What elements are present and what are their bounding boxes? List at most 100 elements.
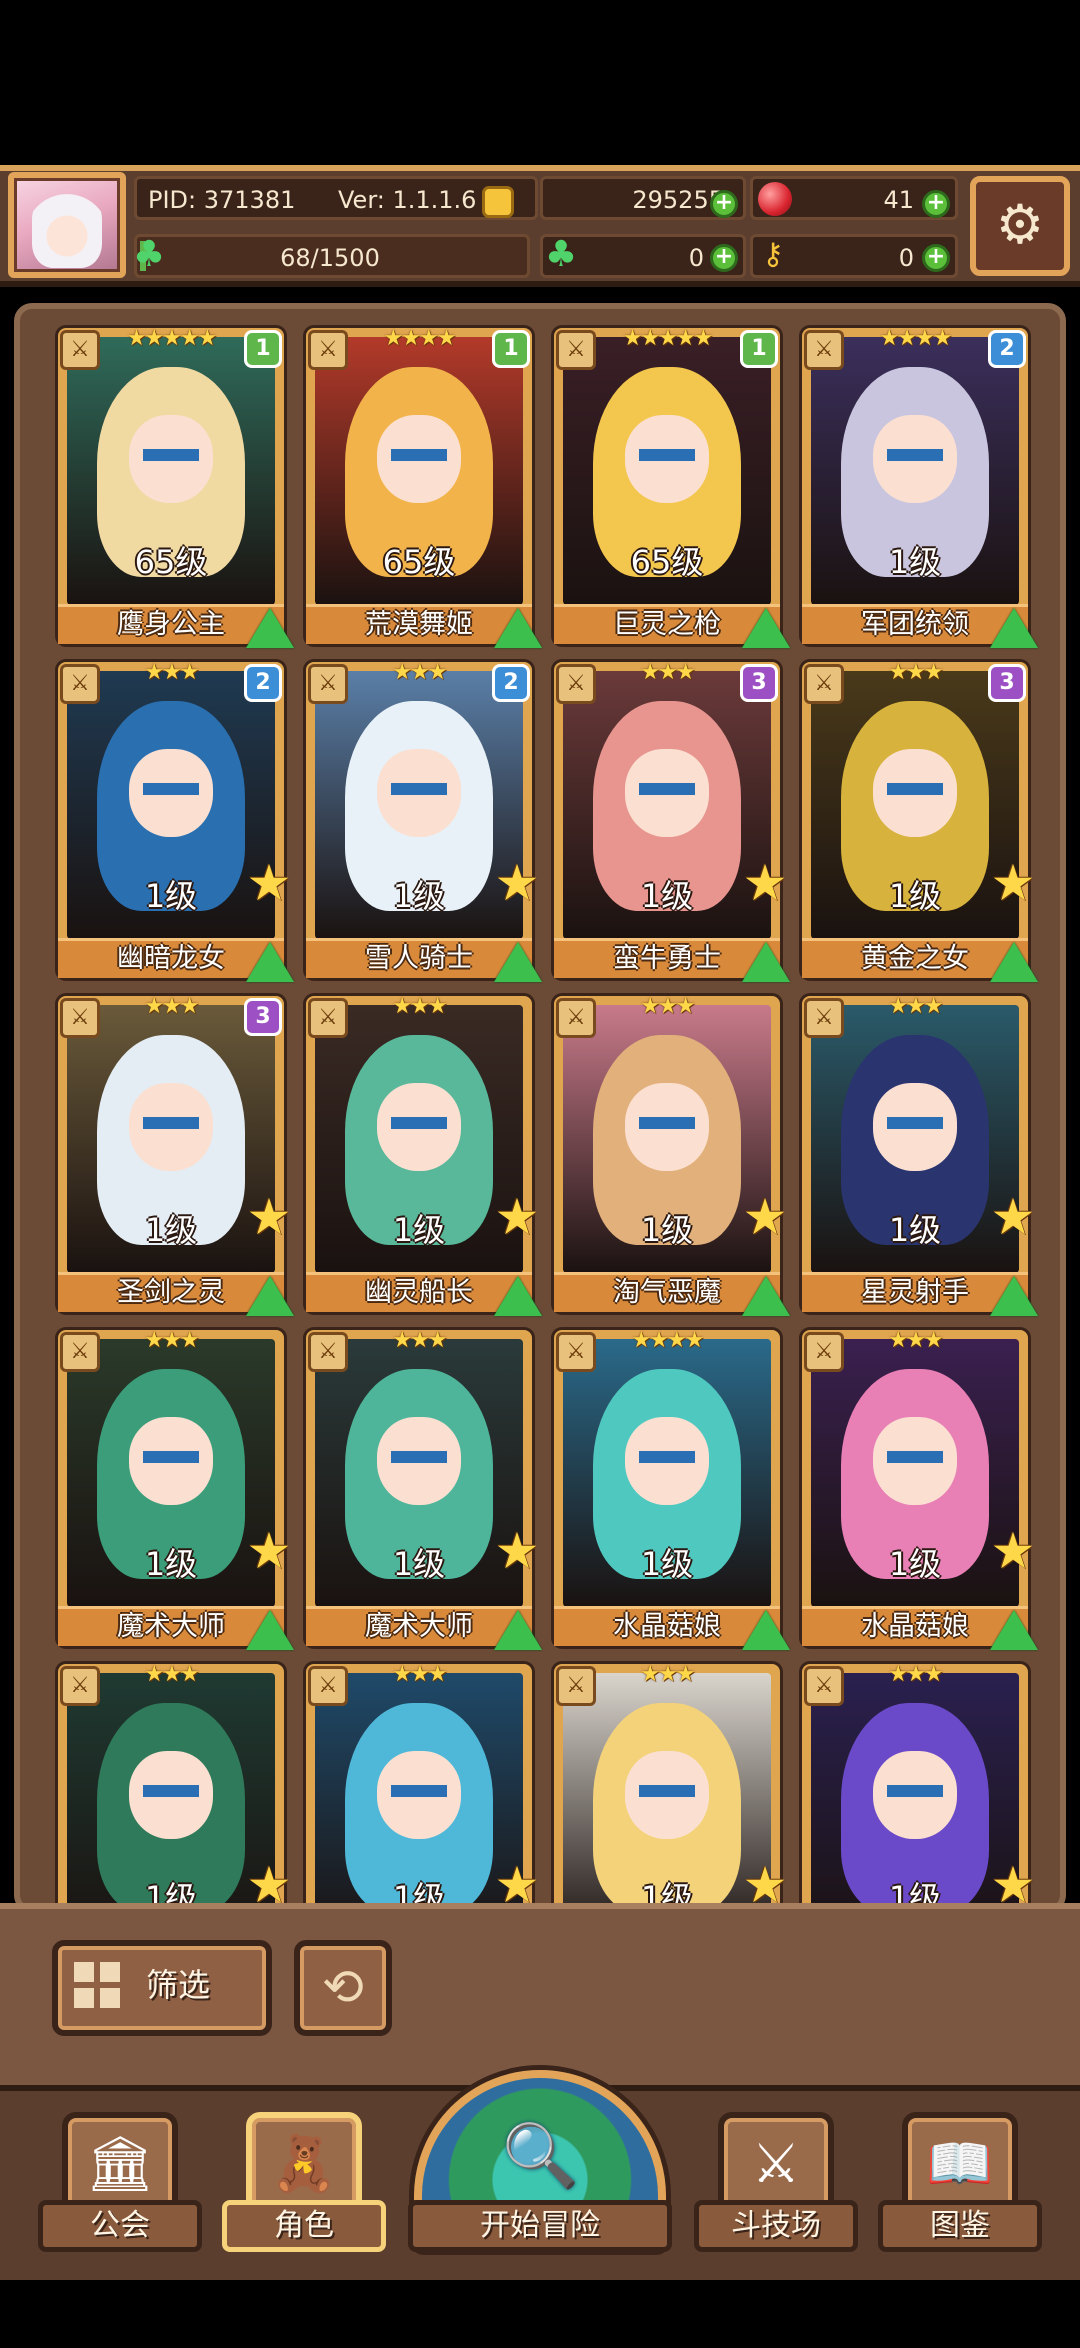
level-up-arrow-icon (990, 942, 1038, 982)
level-up-arrow-icon (494, 608, 542, 648)
weapon-type-icon: ⚔ (60, 330, 100, 370)
weapon-type-icon: ⚔ (60, 1332, 100, 1372)
character-eyes (391, 1785, 447, 1797)
character-level: 65级 (630, 543, 704, 581)
character-card[interactable]: ⚔ ★★★ 1级 魔术大师 ★ (306, 1328, 542, 1650)
character-card[interactable]: ⚔ ★★★★ 1 65级 荒漠舞姬 (306, 326, 542, 648)
character-card[interactable]: ⚔ ★★★ 1级 ★ (306, 1662, 539, 1905)
weapon-type-icon: ⚔ (804, 1332, 844, 1372)
character-eyes (887, 783, 943, 795)
level-up-arrow-icon (246, 608, 294, 648)
rank-badge: 2 (244, 664, 282, 702)
refresh-sort-button[interactable]: ⟲ (294, 1940, 392, 2036)
character-card[interactable]: ⚔ ★★★ 1级 水晶菇娘 ★ (802, 1328, 1038, 1650)
add-gems-button[interactable]: + (922, 190, 950, 218)
star-upgrade-icon: ★ (990, 1856, 1036, 1905)
rank-badge: 2 (492, 664, 530, 702)
nav-label-codex: 图鉴 (878, 2200, 1042, 2252)
character-card[interactable]: ⚔ ★★★ 2 1级 雪人骑士 ★ (306, 660, 542, 982)
level-up-arrow-icon (990, 1610, 1038, 1650)
player-id: PID: 371381 (148, 186, 296, 214)
weapon-type-icon: ⚔ (804, 664, 844, 704)
weapon-type-icon: ⚔ (804, 330, 844, 370)
star-upgrade-icon: ★ (246, 1188, 292, 1246)
star-upgrade-icon: ★ (246, 1856, 292, 1905)
character-level: 1级 (640, 1545, 694, 1583)
level-up-arrow-icon (990, 1276, 1038, 1316)
character-level: 65级 (382, 543, 456, 581)
weapon-type-icon: ⚔ (60, 664, 100, 704)
star-rating: ★★★ (392, 994, 447, 1019)
star-rating: ★★★ (144, 1328, 199, 1353)
add-keys-button[interactable]: + (922, 244, 950, 272)
star-rating: ★★★ (888, 660, 943, 685)
star-rating: ★★★ (392, 660, 447, 685)
settings-gear-icon[interactable]: ⚙ (970, 176, 1070, 276)
weapon-type-icon: ⚔ (556, 998, 596, 1038)
weapon-type-icon: ⚔ (308, 998, 348, 1038)
character-card[interactable]: ⚔ ★★★★★ 1 65级 鹰身公主 (58, 326, 294, 648)
star-upgrade-icon: ★ (246, 1522, 292, 1580)
weapon-type-icon: ⚔ (308, 664, 348, 704)
character-eyes (143, 449, 199, 461)
rank-badge: 3 (988, 664, 1026, 702)
level-up-arrow-icon (494, 1276, 542, 1316)
character-card[interactable]: ⚔ ★★★ 1级 魔术大师 ★ (58, 1328, 294, 1650)
star-rating: ★★★ (144, 1662, 199, 1687)
weapon-type-icon: ⚔ (556, 1666, 596, 1706)
magnifier-icon: 🔍 (502, 2119, 580, 2192)
star-upgrade-icon: ★ (990, 1522, 1036, 1580)
star-rating: ★★★ (640, 660, 695, 685)
level-up-arrow-icon (494, 1610, 542, 1650)
level-up-arrow-icon (246, 1610, 294, 1650)
star-rating: ★★★★★ (622, 326, 714, 351)
character-eyes (391, 1451, 447, 1463)
character-level: 65级 (134, 543, 208, 581)
star-rating: ★★★ (640, 1662, 695, 1687)
star-rating: ★★★ (144, 660, 199, 685)
character-card[interactable]: ⚔ ★★★★★ 1 65级 巨灵之枪 (554, 326, 790, 648)
player-avatar[interactable] (8, 172, 126, 278)
character-card[interactable]: ⚔ ★★★★ 1级 水晶菇娘 (554, 1328, 790, 1650)
character-eyes (143, 1117, 199, 1129)
character-card[interactable]: ⚔ ★★★ 3 1级 圣剑之灵 ★ (58, 994, 294, 1316)
character-eyes (391, 1117, 447, 1129)
star-upgrade-icon: ★ (990, 854, 1036, 912)
character-card[interactable]: ⚔ ★★★ 1级 幽灵船长 ★ (306, 994, 542, 1316)
character-card[interactable]: ⚔ ★★★ 1级 ★ (554, 1662, 787, 1905)
add-gold-button[interactable]: + (710, 190, 738, 218)
character-eyes (639, 1451, 695, 1463)
character-card[interactable]: ⚔ ★★★ 1级 星灵射手 ★ (802, 994, 1038, 1316)
level-up-arrow-icon (246, 1276, 294, 1316)
add-clover-button[interactable]: + (710, 244, 738, 272)
keys-amount: 0 (898, 244, 914, 272)
star-rating: ★★★ (888, 1328, 943, 1353)
character-eyes (639, 783, 695, 795)
key-icon: ⚷ (762, 237, 784, 272)
weapon-type-icon: ⚔ (60, 1666, 100, 1706)
weapon-type-icon: ⚔ (804, 1666, 844, 1706)
character-card[interactable]: ⚔ ★★★★ 2 1级 军团统领 (802, 326, 1038, 648)
weapon-type-icon: ⚔ (556, 330, 596, 370)
gems-amount: 41 (883, 186, 914, 214)
character-eyes (887, 1117, 943, 1129)
character-card[interactable]: ⚔ ★★★ 1级 ★ (802, 1662, 1035, 1905)
level-up-arrow-icon (246, 942, 294, 982)
rank-badge: 1 (492, 330, 530, 368)
character-card[interactable]: ⚔ ★★★ 1级 ★ (58, 1662, 291, 1905)
nav-label-arena: 斗技场 (694, 2200, 858, 2252)
character-eyes (887, 1451, 943, 1463)
weapon-type-icon: ⚔ (804, 998, 844, 1038)
character-card[interactable]: ⚔ ★★★ 3 1级 蛮牛勇士 ★ (554, 660, 790, 982)
star-rating: ★★★ (392, 1662, 447, 1687)
rank-badge: 3 (244, 998, 282, 1036)
nav-label-characters: 角色 (222, 2200, 386, 2252)
character-card[interactable]: ⚔ ★★★ 1级 淘气恶魔 ★ (554, 994, 790, 1316)
start-adventure-label: 开始冒险 (408, 2200, 672, 2252)
clover-icon: ♣ (544, 234, 578, 275)
star-upgrade-icon: ★ (494, 854, 540, 912)
character-card[interactable]: ⚔ ★★★ 3 1级 黄金之女 ★ (802, 660, 1038, 982)
character-eyes (143, 1785, 199, 1797)
character-card[interactable]: ⚔ ★★★ 2 1级 幽暗龙女 ★ (58, 660, 294, 982)
level-up-arrow-icon (990, 608, 1038, 648)
